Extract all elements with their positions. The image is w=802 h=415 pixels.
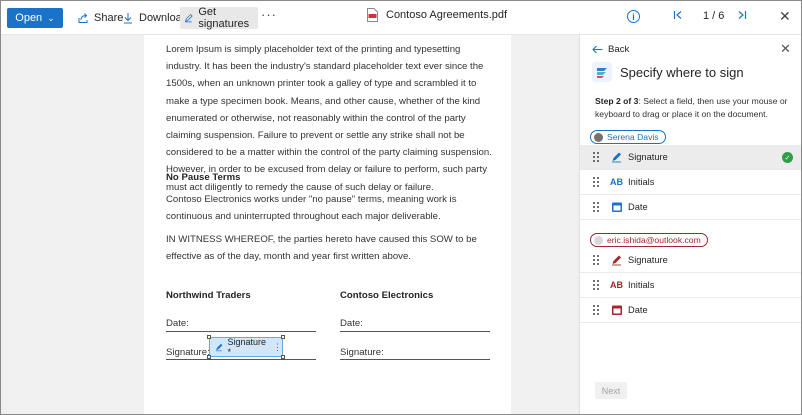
field-label: Date xyxy=(628,202,648,212)
step-number: Step 2 of 3 xyxy=(595,96,639,106)
drag-handle-icon[interactable] xyxy=(593,280,599,291)
placed-field-label: Signature * xyxy=(227,337,266,357)
field-date-serena[interactable]: Date xyxy=(580,195,801,220)
signature-app-icon xyxy=(592,62,612,82)
right-signature-line xyxy=(340,359,490,360)
download-icon xyxy=(124,13,132,24)
resize-handle[interactable] xyxy=(281,335,285,339)
left-signature-line xyxy=(166,359,316,360)
close-panel-icon[interactable]: ✕ xyxy=(780,41,791,57)
page-indicator: 1 / 6 xyxy=(703,10,725,22)
get-signatures-label: Get signatures xyxy=(198,6,250,30)
paragraph-no-pause: Contoso Electronics works under "no paus… xyxy=(166,194,457,223)
pen-icon xyxy=(184,13,193,23)
right-party-name: Contoso Electronics xyxy=(340,290,434,301)
avatar xyxy=(594,235,603,245)
signer-pill-eric[interactable]: eric.ishida@outlook.com xyxy=(590,233,708,247)
close-icon[interactable]: ✕ xyxy=(779,9,791,23)
left-party-name: Northwind Traders xyxy=(166,290,251,301)
info-icon[interactable]: i xyxy=(627,10,640,23)
calendar-icon xyxy=(612,305,622,315)
paragraph-witness: IN WITNESS WHEREOF, the parties hereto h… xyxy=(166,234,477,263)
toolbar: Open ⌄ Share Download Get signatures ···… xyxy=(1,1,801,35)
calendar-icon xyxy=(612,202,622,212)
field-initials-serena[interactable]: AB Initials xyxy=(580,170,801,195)
open-button-label: Open xyxy=(15,12,43,24)
first-page-icon[interactable] xyxy=(673,10,683,20)
drag-handle-icon[interactable] xyxy=(593,152,599,163)
more-options-button[interactable]: ··· xyxy=(261,7,277,22)
left-date-line xyxy=(166,331,316,332)
back-button[interactable]: Back xyxy=(592,44,629,55)
drag-handle-icon[interactable] xyxy=(593,255,599,266)
left-date-label: Date: xyxy=(166,318,189,329)
placed-signature-field[interactable]: Signature * ⋮ xyxy=(209,337,283,357)
field-label: Signature xyxy=(628,255,668,265)
drag-handle-icon[interactable] xyxy=(593,305,599,316)
signer-name: Serena Davis xyxy=(607,132,659,142)
document-title: Contoso Agreements.pdf xyxy=(367,8,507,22)
app-window: Open ⌄ Share Download Get signatures ···… xyxy=(0,0,802,415)
initials-icon: AB xyxy=(610,177,623,187)
right-date-label: Date: xyxy=(340,318,363,329)
avatar xyxy=(594,132,603,142)
pen-icon xyxy=(612,152,621,163)
document-page: Lorem Ipsum is simply placeholder text o… xyxy=(144,35,511,414)
signer-pill-serena[interactable]: Serena Davis xyxy=(590,130,666,144)
field-date-eric[interactable]: Date xyxy=(580,298,801,323)
right-signature-label: Signature: xyxy=(340,347,384,358)
field-menu-icon[interactable]: ⋮ xyxy=(273,342,282,353)
file-name: Contoso Agreements.pdf xyxy=(386,9,508,21)
signing-panel: Back ✕ Specify where to sign Step 2 of 3… xyxy=(579,35,801,414)
checkmark-icon: ✓ xyxy=(782,152,793,163)
field-initials-eric[interactable]: AB Initials xyxy=(580,273,801,298)
share-icon xyxy=(78,13,88,23)
signer-name: eric.ishida@outlook.com xyxy=(607,235,701,245)
field-label: Initials xyxy=(628,280,655,290)
next-button[interactable]: Next xyxy=(595,382,627,399)
drag-handle-icon[interactable] xyxy=(593,202,599,213)
chevron-down-icon: ⌄ xyxy=(47,12,55,23)
arrow-left-icon xyxy=(592,45,603,54)
open-button[interactable]: Open ⌄ xyxy=(7,8,63,28)
step-instructions: Step 2 of 3: Select a field, then use yo… xyxy=(595,95,791,121)
field-label: Signature xyxy=(628,152,668,162)
left-signature-label: Signature: xyxy=(166,347,210,358)
pen-icon xyxy=(215,343,223,352)
field-signature-serena[interactable]: Signature ✓ xyxy=(580,145,801,170)
last-page-icon[interactable] xyxy=(737,10,747,20)
field-label: Date xyxy=(628,305,648,315)
field-signature-eric[interactable]: Signature xyxy=(580,248,801,273)
get-signatures-button[interactable]: Get signatures xyxy=(180,6,258,30)
resize-handle[interactable] xyxy=(207,335,211,339)
right-date-line xyxy=(340,331,490,332)
back-label: Back xyxy=(608,44,630,55)
pen-icon xyxy=(612,255,621,266)
document-viewer: Lorem Ipsum is simply placeholder text o… xyxy=(1,35,579,414)
section-heading: No Pause Terms xyxy=(166,172,241,183)
drag-handle-icon[interactable] xyxy=(593,177,599,188)
pdf-file-icon xyxy=(367,8,378,22)
field-label: Initials xyxy=(628,177,655,187)
panel-title: Specify where to sign xyxy=(620,65,744,80)
resize-handle[interactable] xyxy=(207,355,211,359)
resize-handle[interactable] xyxy=(281,355,285,359)
initials-icon: AB xyxy=(610,280,623,290)
